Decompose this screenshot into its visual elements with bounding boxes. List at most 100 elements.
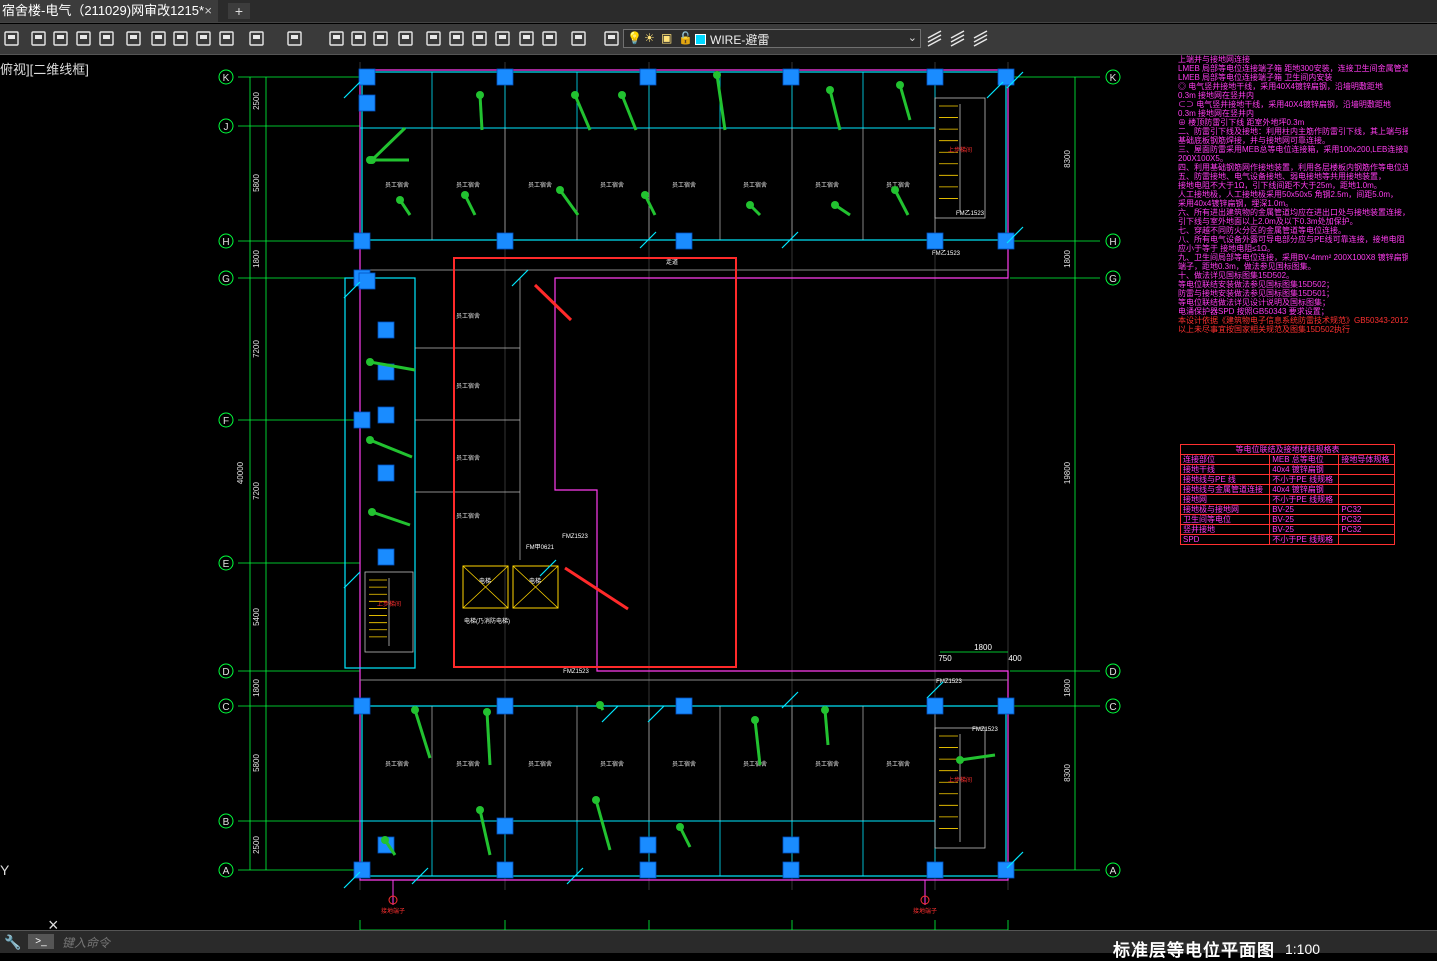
recent-commands-button[interactable]: >_ [28, 934, 54, 949]
axis-label: C [1109, 702, 1116, 713]
annotation-arrowhead [381, 836, 389, 844]
annotation-arrowhead [366, 436, 374, 444]
leb-box [496, 817, 514, 835]
match-properties-icon[interactable] [195, 30, 212, 47]
table-cell: 不小于PE 线规格 [1269, 474, 1340, 485]
note-line: 二、防雷引下线及接地：利用柱内主筋作防雷引下线，其上端与接闪带焊接，下端与 [1178, 127, 1408, 136]
note-line: 应小于等于 接地电阻≤1Ω。 [1178, 244, 1276, 253]
elevator-caption: 电梯(乃消防电梯) [464, 617, 510, 625]
publish-icon[interactable] [75, 30, 92, 47]
note-line: 电涌保护器SPD 按照GB50343 要求设置； [1178, 307, 1329, 316]
tool-palettes-icon[interactable] [471, 30, 488, 47]
zoom-realtime-icon[interactable] [350, 30, 367, 47]
markup-icon[interactable] [518, 30, 535, 47]
help-icon[interactable] [570, 30, 587, 47]
annotation-arrowhead [596, 701, 604, 709]
layer-dropdown[interactable]: 💡 ☀ ▣ 🔓 WIRE-避雷 ⌄ [623, 29, 921, 48]
new-tab-button[interactable]: + [228, 3, 250, 19]
annotation-arrow [371, 510, 411, 527]
note-line: 等电位联结安装做法参见国标图集15D502； [1178, 280, 1335, 289]
pan-icon[interactable] [328, 30, 345, 47]
bonding-conductor [343, 81, 361, 99]
leb-box [496, 68, 514, 86]
leb-box [353, 411, 371, 429]
table-cell: SPD [1179, 534, 1271, 545]
room-label: 员工宿舍 [886, 760, 910, 768]
note-line: 八、所有电气设备外露可导电部分应与PE线可靠连接，接地电阻 [1178, 235, 1405, 244]
table-cell: 40x4 镀锌扁钢 [1269, 484, 1340, 495]
sheet-set-icon[interactable] [494, 30, 511, 47]
layer-manager-icon[interactable] [603, 30, 620, 47]
quickcalc-icon[interactable] [541, 30, 558, 47]
annotation-arrow [370, 126, 407, 162]
bonding-conductor [986, 81, 1004, 99]
bonding-conductor [1006, 851, 1024, 869]
layer-freeze-icon[interactable]: ☀ [644, 31, 655, 45]
layer-previous-icon[interactable] [949, 30, 966, 47]
properties-icon[interactable] [425, 30, 442, 47]
document-tab[interactable]: 宿舍楼-电气（211029)网审改1215* × [0, 0, 218, 22]
door-label: FMZ1523 [563, 669, 589, 675]
note-line: 上端并与接地网连接 [1178, 55, 1250, 64]
table-cell: 接地网 [1179, 494, 1271, 505]
bonding-conductor [343, 281, 361, 299]
table-cell: PC32 [1338, 514, 1395, 525]
leb-box [926, 861, 944, 879]
leb-box [353, 232, 371, 250]
zoom-window-icon[interactable] [372, 30, 389, 47]
annotation-arrowhead [461, 191, 469, 199]
annotation-arrowhead [713, 71, 721, 79]
undo-icon[interactable] [248, 30, 265, 47]
leb-box [377, 406, 395, 424]
legend-table: 等电位联结及接地材料规格表 连接部位 MEB 总等电位 接地导体规格 接地干线 40x4 … [1179, 444, 1395, 545]
leb-box [377, 321, 395, 339]
layer-on-icon[interactable]: 💡 [627, 31, 642, 45]
stair-label: 上步梯间 [377, 600, 401, 608]
print-icon[interactable] [30, 30, 47, 47]
dimension-text: 1800 [1063, 250, 1072, 268]
close-tab-icon[interactable]: × [204, 0, 212, 22]
axis-label: A [1110, 866, 1117, 877]
axis-label: H [1109, 237, 1116, 248]
copy-icon[interactable] [150, 30, 167, 47]
note-line: LMEB 局部等电位连接端子箱 距地300安装，连接卫生间金属管道及设备 [1178, 64, 1408, 73]
design-center-icon[interactable] [448, 30, 465, 47]
command-input[interactable] [60, 933, 464, 953]
plot-preview-icon[interactable] [52, 30, 69, 47]
bonding-conductor [647, 705, 665, 723]
cut-icon[interactable] [125, 30, 142, 47]
room-label: 员工宿舍 [456, 454, 480, 462]
annotation-arrow [558, 189, 580, 216]
annotation-arrowhead [592, 796, 600, 804]
axis-label: K [223, 73, 230, 84]
make-current-icon[interactable] [926, 30, 943, 47]
block-editor-icon[interactable] [218, 30, 235, 47]
zoom-previous-icon[interactable] [397, 30, 414, 47]
room-label: 员工宿舍 [528, 181, 552, 189]
layer-lock-icon[interactable]: 🔓 [678, 31, 693, 45]
paste-icon[interactable] [172, 30, 189, 47]
leb-box [496, 232, 514, 250]
table-cell: BV-25 [1269, 504, 1340, 515]
layer-vp-freeze-icon[interactable]: ▣ [661, 31, 672, 45]
dimension-text: 2500 [252, 836, 261, 854]
leb-box [926, 697, 944, 715]
note-line: 基础底板钢筋焊接，并与接地网可靠连接。 [1178, 136, 1330, 145]
layer-color-swatch[interactable] [695, 34, 706, 45]
annotation-arrowhead [751, 716, 759, 724]
dimension-text: 8300 [1063, 764, 1072, 782]
annotation-arrowhead [366, 358, 374, 366]
annotation-arrow [485, 711, 492, 766]
room-label: 员工宿舍 [815, 760, 839, 768]
3d-dwf-icon[interactable] [98, 30, 115, 47]
annotation-arrow [959, 753, 996, 762]
qnew-icon[interactable] [3, 30, 20, 47]
dimension-text: 7200 [252, 482, 261, 500]
redo-icon[interactable] [286, 30, 303, 47]
customize-wrench-icon[interactable]: 🔧 [4, 934, 21, 951]
chevron-down-icon[interactable]: ⌄ [908, 31, 917, 44]
annotation-arrowhead [831, 201, 839, 209]
leb-box [358, 272, 376, 290]
room-label: 员工宿舍 [528, 760, 552, 768]
layer-states-icon[interactable] [972, 30, 989, 47]
